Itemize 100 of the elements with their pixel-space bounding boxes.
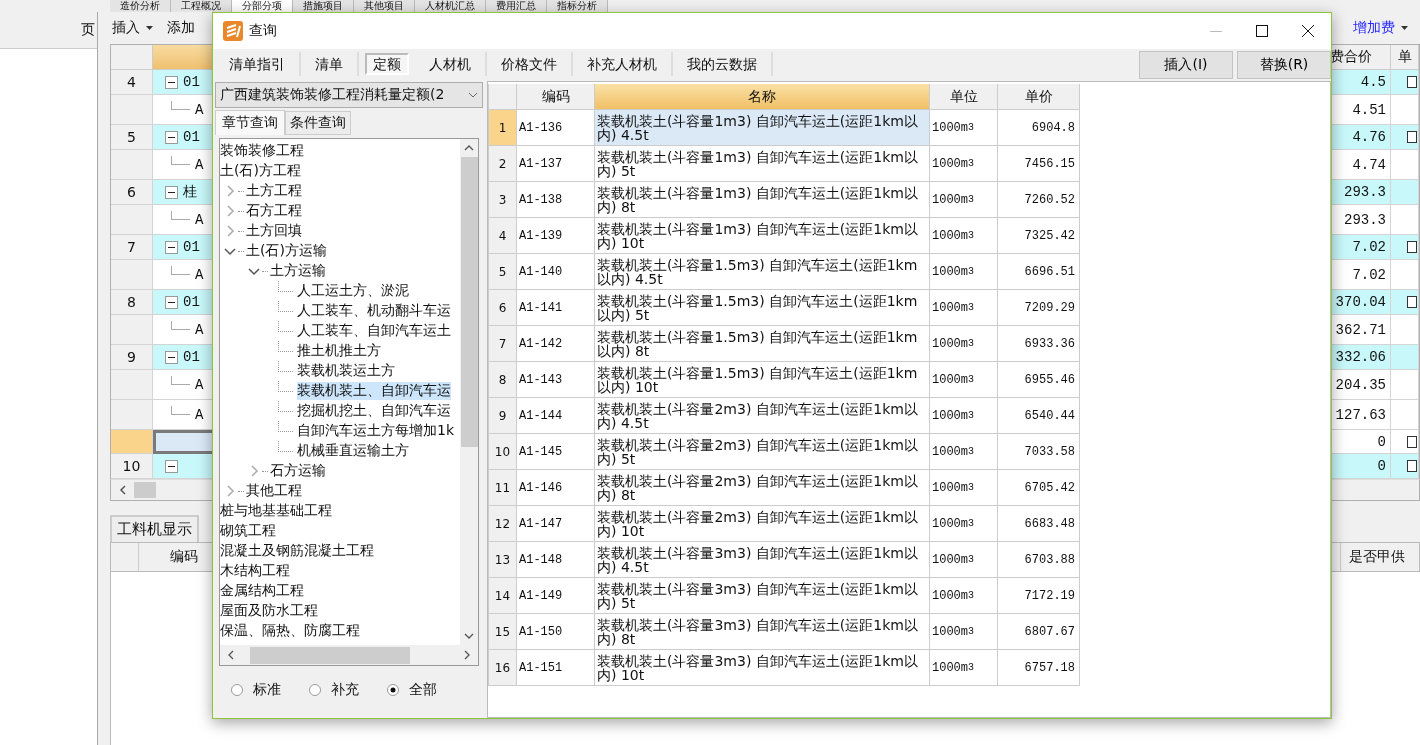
table-cell: A1-138 <box>517 182 595 218</box>
tab[interactable]: 我的云数据 <box>673 52 773 76</box>
tree-item[interactable]: 人工装车、自卸汽车运土 <box>297 322 451 340</box>
collapse-icon <box>165 130 178 144</box>
button[interactable]: 插入(I) <box>1139 51 1233 79</box>
checkbox[interactable] <box>1407 131 1417 143</box>
table-cell[interactable]: 装载机装土(斗容量1m3) 自卸汽车运土(运距1km以内) 10t <box>595 218 930 254</box>
tab[interactable]: 工料机显示 <box>110 515 199 542</box>
chevron-right-icon[interactable] <box>248 465 260 477</box>
tab[interactable]: 指标分析 <box>547 0 608 12</box>
tree-item[interactable]: 装载机装土、自卸汽车运 <box>297 382 451 400</box>
tree-item[interactable]: 推土机推土方 <box>297 342 381 360</box>
tree-item[interactable]: 砌筑工程 <box>220 522 276 540</box>
row-number: 3 <box>489 182 517 218</box>
tab[interactable]: 章节查询 <box>215 110 285 135</box>
row-number: 7 <box>111 235 153 260</box>
checkbox[interactable] <box>1407 460 1417 472</box>
tree-item[interactable]: 保温、隔热、防腐工程 <box>220 622 360 640</box>
tree-item[interactable]: 机械垂直运输土方 <box>297 442 409 460</box>
table-cell[interactable]: 装载机装土(斗容量1m3) 自卸汽车运土(运距1km以内) 5t <box>595 146 930 182</box>
tree-item[interactable]: 土方运输 <box>270 262 326 280</box>
tree-item[interactable]: 屋面及防水工程 <box>220 602 318 620</box>
toolbar-button[interactable]: 添加 <box>165 19 197 37</box>
chevron-right-icon[interactable] <box>224 225 236 237</box>
toolbar-link[interactable]: 增加费 <box>1351 19 1410 37</box>
table-cell[interactable]: 装载机装土(斗容量1.5m3) 自卸汽车运土(运距1km以内) 5t <box>595 290 930 326</box>
column-header[interactable]: 单价 <box>998 84 1080 110</box>
table-cell: A1-151 <box>517 650 595 686</box>
checkbox[interactable] <box>1407 241 1417 253</box>
column-header[interactable]: 名称 <box>595 84 930 110</box>
tab[interactable]: 清单 <box>301 52 359 76</box>
table-cell: A1-146 <box>517 470 595 506</box>
tab[interactable]: 造价分析 <box>110 0 171 12</box>
chevron-right-icon[interactable] <box>224 485 236 497</box>
tree-item[interactable]: 人工装车、机动翻斗车运 <box>297 302 451 320</box>
chevron-right-icon[interactable] <box>224 205 236 217</box>
table-cell: 6540.44 <box>998 398 1080 434</box>
radio-button[interactable]: 标准 <box>231 681 281 699</box>
tree-item[interactable]: 土(石)方工程 <box>220 162 301 180</box>
tab[interactable]: 人材机汇总 <box>415 0 486 12</box>
collapse-icon <box>165 350 178 364</box>
toolbar-button[interactable]: 插入 <box>110 19 155 37</box>
tree-item[interactable]: 装饰装修工程 <box>220 142 304 160</box>
table-cell[interactable]: 装载机装土(斗容量1.5m3) 自卸汽车运土(运距1km以内) 10t <box>595 362 930 398</box>
tree-item[interactable]: 土方工程 <box>246 182 302 200</box>
tree-item[interactable]: 土方回填 <box>246 222 302 240</box>
tree-item[interactable]: 石方工程 <box>246 202 302 220</box>
column-header: 是否甲供 <box>1340 543 1419 571</box>
chevron-right-icon[interactable] <box>224 185 236 197</box>
table-cell[interactable]: 装载机装土(斗容量3m3) 自卸汽车运土(运距1km以内) 4.5t <box>595 542 930 578</box>
button[interactable]: 替换(R) <box>1237 51 1331 79</box>
tab[interactable]: 定额 <box>365 53 409 75</box>
tree-item[interactable]: 桩与地基基础工程 <box>220 502 332 520</box>
chevron-down-icon[interactable] <box>248 265 260 277</box>
collapse-icon <box>165 295 178 309</box>
column-header[interactable]: 编码 <box>517 84 595 110</box>
table-cell[interactable]: 装载机装土(斗容量2m3) 自卸汽车运土(运距1km以内) 4.5t <box>595 398 930 434</box>
scrollbar-thumb[interactable] <box>250 646 410 664</box>
scrollbar-thumb[interactable] <box>134 482 156 498</box>
tab[interactable]: 费用汇总 <box>486 0 547 12</box>
table-cell[interactable]: 装载机装土(斗容量2m3) 自卸汽车运土(运距1km以内) 10t <box>595 506 930 542</box>
radio-button[interactable]: 全部 <box>387 681 437 699</box>
tree-item[interactable]: 挖掘机挖土、自卸汽车运 <box>297 402 451 420</box>
table-cell[interactable]: 装载机装土(斗容量1m3) 自卸汽车运土(运距1km以内) 8t <box>595 182 930 218</box>
checkbox[interactable] <box>1407 76 1417 88</box>
tree-item[interactable]: 石方运输 <box>270 462 326 480</box>
tab[interactable]: 分部分项 <box>232 0 293 12</box>
tree-item[interactable]: 人工运土方、淤泥 <box>297 282 409 300</box>
table-cell[interactable]: 装载机装土(斗容量3m3) 自卸汽车运土(运距1km以内) 8t <box>595 614 930 650</box>
tab[interactable]: 清单指引 <box>215 52 301 76</box>
scrollbar-thumb[interactable] <box>460 157 478 447</box>
tree-item[interactable]: 金属结构工程 <box>220 582 304 600</box>
tab[interactable]: 工程概况 <box>171 0 232 12</box>
table-cell[interactable]: 装载机装土(斗容量3m3) 自卸汽车运土(运距1km以内) 10t <box>595 650 930 686</box>
tab[interactable]: 补充人材机 <box>573 52 673 76</box>
tab[interactable]: 人材机 <box>415 52 487 76</box>
chevron-down-icon[interactable] <box>224 245 236 257</box>
tree-item[interactable]: 装载机装运土方 <box>297 362 395 380</box>
checkbox[interactable] <box>1407 296 1417 308</box>
tab[interactable]: 条件查询 <box>285 111 351 135</box>
tab[interactable]: 其他项目 <box>354 0 415 12</box>
radio-button[interactable]: 补充 <box>309 681 359 699</box>
table-cell[interactable]: 装载机装土(斗容量2m3) 自卸汽车运土(运距1km以内) 8t <box>595 470 930 506</box>
checkbox[interactable] <box>1407 435 1417 448</box>
tree-line <box>171 211 190 220</box>
tab[interactable]: 措施项目 <box>293 0 354 12</box>
row-number: 7 <box>489 326 517 362</box>
table-cell[interactable]: 装载机装土(斗容量2m3) 自卸汽车运土(运距1km以内) 5t <box>595 434 930 470</box>
table-cell[interactable]: 装载机装土(斗容量3m3) 自卸汽车运土(运距1km以内) 5t <box>595 578 930 614</box>
cell-text: A <box>195 406 204 423</box>
table-cell[interactable]: 装载机装土(斗容量1.5m3) 自卸汽车运土(运距1km以内) 4.5t <box>595 254 930 290</box>
table-cell: 6703.88 <box>998 542 1080 578</box>
column-header[interactable]: 单位 <box>930 84 998 110</box>
table-cell[interactable]: 装载机装土(斗容量1.5m3) 自卸汽车运土(运距1km以内) 8t <box>595 326 930 362</box>
tree-item[interactable]: 自卸汽车运土方每增加1k <box>297 422 454 440</box>
tree-item[interactable]: 土(石)方运输 <box>246 242 327 260</box>
tab[interactable]: 价格文件 <box>487 52 573 76</box>
tree-item[interactable]: 其他工程 <box>246 482 302 500</box>
table-cell[interactable]: 装载机装土(斗容量1m3) 自卸汽车运土(运距1km以内) 4.5t <box>595 110 930 146</box>
library-dropdown[interactable]: 广西建筑装饰装修工程消耗量定额(2 <box>215 82 483 108</box>
